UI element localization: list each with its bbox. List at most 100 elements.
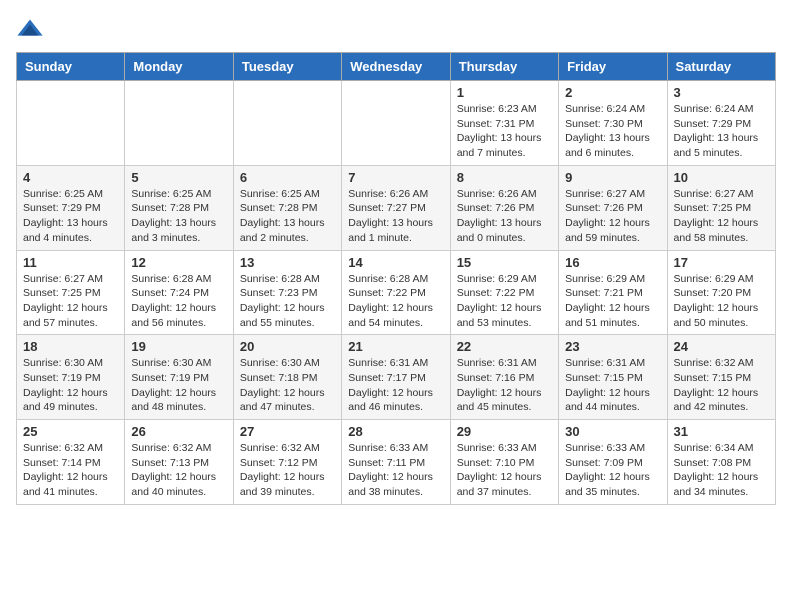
day-number: 10 xyxy=(674,170,769,185)
calendar-cell: 20 Sunrise: 6:30 AM Sunset: 7:18 PM Dayli… xyxy=(233,335,341,420)
day-number: 24 xyxy=(674,339,769,354)
day-number: 16 xyxy=(565,255,660,270)
day-info: Sunrise: 6:29 AM Sunset: 7:20 PM Dayligh… xyxy=(674,272,769,331)
day-header-tuesday: Tuesday xyxy=(233,53,341,81)
day-header-thursday: Thursday xyxy=(450,53,558,81)
day-info: Sunrise: 6:33 AM Sunset: 7:09 PM Dayligh… xyxy=(565,441,660,500)
day-info: Sunrise: 6:24 AM Sunset: 7:30 PM Dayligh… xyxy=(565,102,660,161)
calendar-cell: 30 Sunrise: 6:33 AM Sunset: 7:09 PM Dayli… xyxy=(559,420,667,505)
calendar-cell: 4 Sunrise: 6:25 AM Sunset: 7:29 PM Daylig… xyxy=(17,165,125,250)
calendar-cell: 5 Sunrise: 6:25 AM Sunset: 7:28 PM Daylig… xyxy=(125,165,233,250)
day-info: Sunrise: 6:31 AM Sunset: 7:15 PM Dayligh… xyxy=(565,356,660,415)
day-number: 22 xyxy=(457,339,552,354)
day-info: Sunrise: 6:27 AM Sunset: 7:26 PM Dayligh… xyxy=(565,187,660,246)
week-row-2: 4 Sunrise: 6:25 AM Sunset: 7:29 PM Daylig… xyxy=(17,165,776,250)
calendar-cell xyxy=(17,81,125,166)
day-header-wednesday: Wednesday xyxy=(342,53,450,81)
calendar-cell: 28 Sunrise: 6:33 AM Sunset: 7:11 PM Dayli… xyxy=(342,420,450,505)
day-info: Sunrise: 6:28 AM Sunset: 7:24 PM Dayligh… xyxy=(131,272,226,331)
calendar-cell: 2Sunrise: 6:24 AM Sunset: 7:30 PM Daylig… xyxy=(559,81,667,166)
calendar-cell: 1 Sunrise: 6:23 AM Sunset: 7:31 PM Daylig… xyxy=(450,81,558,166)
week-row-1: 1 Sunrise: 6:23 AM Sunset: 7:31 PM Daylig… xyxy=(17,81,776,166)
day-number: 21 xyxy=(348,339,443,354)
day-number: 1 xyxy=(457,85,552,100)
day-info: Sunrise: 6:26 AM Sunset: 7:27 PM Dayligh… xyxy=(348,187,443,246)
page-header xyxy=(16,16,776,44)
calendar-cell: 22Sunrise: 6:31 AM Sunset: 7:16 PM Dayli… xyxy=(450,335,558,420)
day-number: 26 xyxy=(131,424,226,439)
day-info: Sunrise: 6:27 AM Sunset: 7:25 PM Dayligh… xyxy=(23,272,118,331)
day-info: Sunrise: 6:25 AM Sunset: 7:28 PM Dayligh… xyxy=(240,187,335,246)
day-number: 8 xyxy=(457,170,552,185)
day-number: 20 xyxy=(240,339,335,354)
calendar-cell: 26Sunrise: 6:32 AM Sunset: 7:13 PM Dayli… xyxy=(125,420,233,505)
calendar-cell: 11 Sunrise: 6:27 AM Sunset: 7:25 PM Dayli… xyxy=(17,250,125,335)
day-number: 29 xyxy=(457,424,552,439)
calendar-cell: 23 Sunrise: 6:31 AM Sunset: 7:15 PM Dayli… xyxy=(559,335,667,420)
calendar-body: 1 Sunrise: 6:23 AM Sunset: 7:31 PM Daylig… xyxy=(17,81,776,505)
logo xyxy=(16,16,48,44)
day-info: Sunrise: 6:23 AM Sunset: 7:31 PM Dayligh… xyxy=(457,102,552,161)
day-number: 4 xyxy=(23,170,118,185)
day-info: Sunrise: 6:33 AM Sunset: 7:11 PM Dayligh… xyxy=(348,441,443,500)
day-number: 15 xyxy=(457,255,552,270)
day-info: Sunrise: 6:28 AM Sunset: 7:22 PM Dayligh… xyxy=(348,272,443,331)
day-info: Sunrise: 6:28 AM Sunset: 7:23 PM Dayligh… xyxy=(240,272,335,331)
day-number: 5 xyxy=(131,170,226,185)
calendar-cell: 10 Sunrise: 6:27 AM Sunset: 7:25 PM Dayli… xyxy=(667,165,775,250)
day-number: 7 xyxy=(348,170,443,185)
calendar-cell xyxy=(233,81,341,166)
day-number: 11 xyxy=(23,255,118,270)
day-info: Sunrise: 6:33 AM Sunset: 7:10 PM Dayligh… xyxy=(457,441,552,500)
calendar-cell: 3 Sunrise: 6:24 AM Sunset: 7:29 PM Daylig… xyxy=(667,81,775,166)
calendar-cell: 18Sunrise: 6:30 AM Sunset: 7:19 PM Dayli… xyxy=(17,335,125,420)
day-info: Sunrise: 6:24 AM Sunset: 7:29 PM Dayligh… xyxy=(674,102,769,161)
calendar-table: SundayMondayTuesdayWednesdayThursdayFrid… xyxy=(16,52,776,505)
day-header-sunday: Sunday xyxy=(17,53,125,81)
calendar-cell: 19 Sunrise: 6:30 AM Sunset: 7:19 PM Dayli… xyxy=(125,335,233,420)
day-info: Sunrise: 6:25 AM Sunset: 7:29 PM Dayligh… xyxy=(23,187,118,246)
day-info: Sunrise: 6:34 AM Sunset: 7:08 PM Dayligh… xyxy=(674,441,769,500)
day-info: Sunrise: 6:30 AM Sunset: 7:19 PM Dayligh… xyxy=(23,356,118,415)
calendar-cell: 15 Sunrise: 6:29 AM Sunset: 7:22 PM Dayli… xyxy=(450,250,558,335)
calendar-cell: 13 Sunrise: 6:28 AM Sunset: 7:23 PM Dayli… xyxy=(233,250,341,335)
day-info: Sunrise: 6:26 AM Sunset: 7:26 PM Dayligh… xyxy=(457,187,552,246)
day-number: 6 xyxy=(240,170,335,185)
day-info: Sunrise: 6:25 AM Sunset: 7:28 PM Dayligh… xyxy=(131,187,226,246)
calendar-cell: 17 Sunrise: 6:29 AM Sunset: 7:20 PM Dayli… xyxy=(667,250,775,335)
calendar-cell: 9 Sunrise: 6:27 AM Sunset: 7:26 PM Daylig… xyxy=(559,165,667,250)
day-number: 17 xyxy=(674,255,769,270)
calendar-cell: 21Sunrise: 6:31 AM Sunset: 7:17 PM Dayli… xyxy=(342,335,450,420)
day-number: 14 xyxy=(348,255,443,270)
day-number: 25 xyxy=(23,424,118,439)
day-number: 30 xyxy=(565,424,660,439)
day-header-saturday: Saturday xyxy=(667,53,775,81)
calendar-cell: 12 Sunrise: 6:28 AM Sunset: 7:24 PM Dayli… xyxy=(125,250,233,335)
day-number: 23 xyxy=(565,339,660,354)
day-info: Sunrise: 6:29 AM Sunset: 7:21 PM Dayligh… xyxy=(565,272,660,331)
day-number: 31 xyxy=(674,424,769,439)
calendar-header: SundayMondayTuesdayWednesdayThursdayFrid… xyxy=(17,53,776,81)
week-row-4: 18Sunrise: 6:30 AM Sunset: 7:19 PM Dayli… xyxy=(17,335,776,420)
day-info: Sunrise: 6:32 AM Sunset: 7:12 PM Dayligh… xyxy=(240,441,335,500)
calendar-cell: 31 Sunrise: 6:34 AM Sunset: 7:08 PM Dayli… xyxy=(667,420,775,505)
calendar-cell xyxy=(342,81,450,166)
day-info: Sunrise: 6:32 AM Sunset: 7:15 PM Dayligh… xyxy=(674,356,769,415)
day-info: Sunrise: 6:30 AM Sunset: 7:18 PM Dayligh… xyxy=(240,356,335,415)
day-info: Sunrise: 6:30 AM Sunset: 7:19 PM Dayligh… xyxy=(131,356,226,415)
calendar-cell: 29 Sunrise: 6:33 AM Sunset: 7:10 PM Dayli… xyxy=(450,420,558,505)
week-row-3: 11 Sunrise: 6:27 AM Sunset: 7:25 PM Dayli… xyxy=(17,250,776,335)
day-number: 3 xyxy=(674,85,769,100)
day-header-monday: Monday xyxy=(125,53,233,81)
day-info: Sunrise: 6:29 AM Sunset: 7:22 PM Dayligh… xyxy=(457,272,552,331)
calendar-cell: 6 Sunrise: 6:25 AM Sunset: 7:28 PM Daylig… xyxy=(233,165,341,250)
day-number: 13 xyxy=(240,255,335,270)
day-info: Sunrise: 6:27 AM Sunset: 7:25 PM Dayligh… xyxy=(674,187,769,246)
logo-icon xyxy=(16,16,44,44)
day-number: 9 xyxy=(565,170,660,185)
day-header-friday: Friday xyxy=(559,53,667,81)
calendar-cell: 8 Sunrise: 6:26 AM Sunset: 7:26 PM Daylig… xyxy=(450,165,558,250)
day-number: 28 xyxy=(348,424,443,439)
day-number: 12 xyxy=(131,255,226,270)
day-number: 19 xyxy=(131,339,226,354)
